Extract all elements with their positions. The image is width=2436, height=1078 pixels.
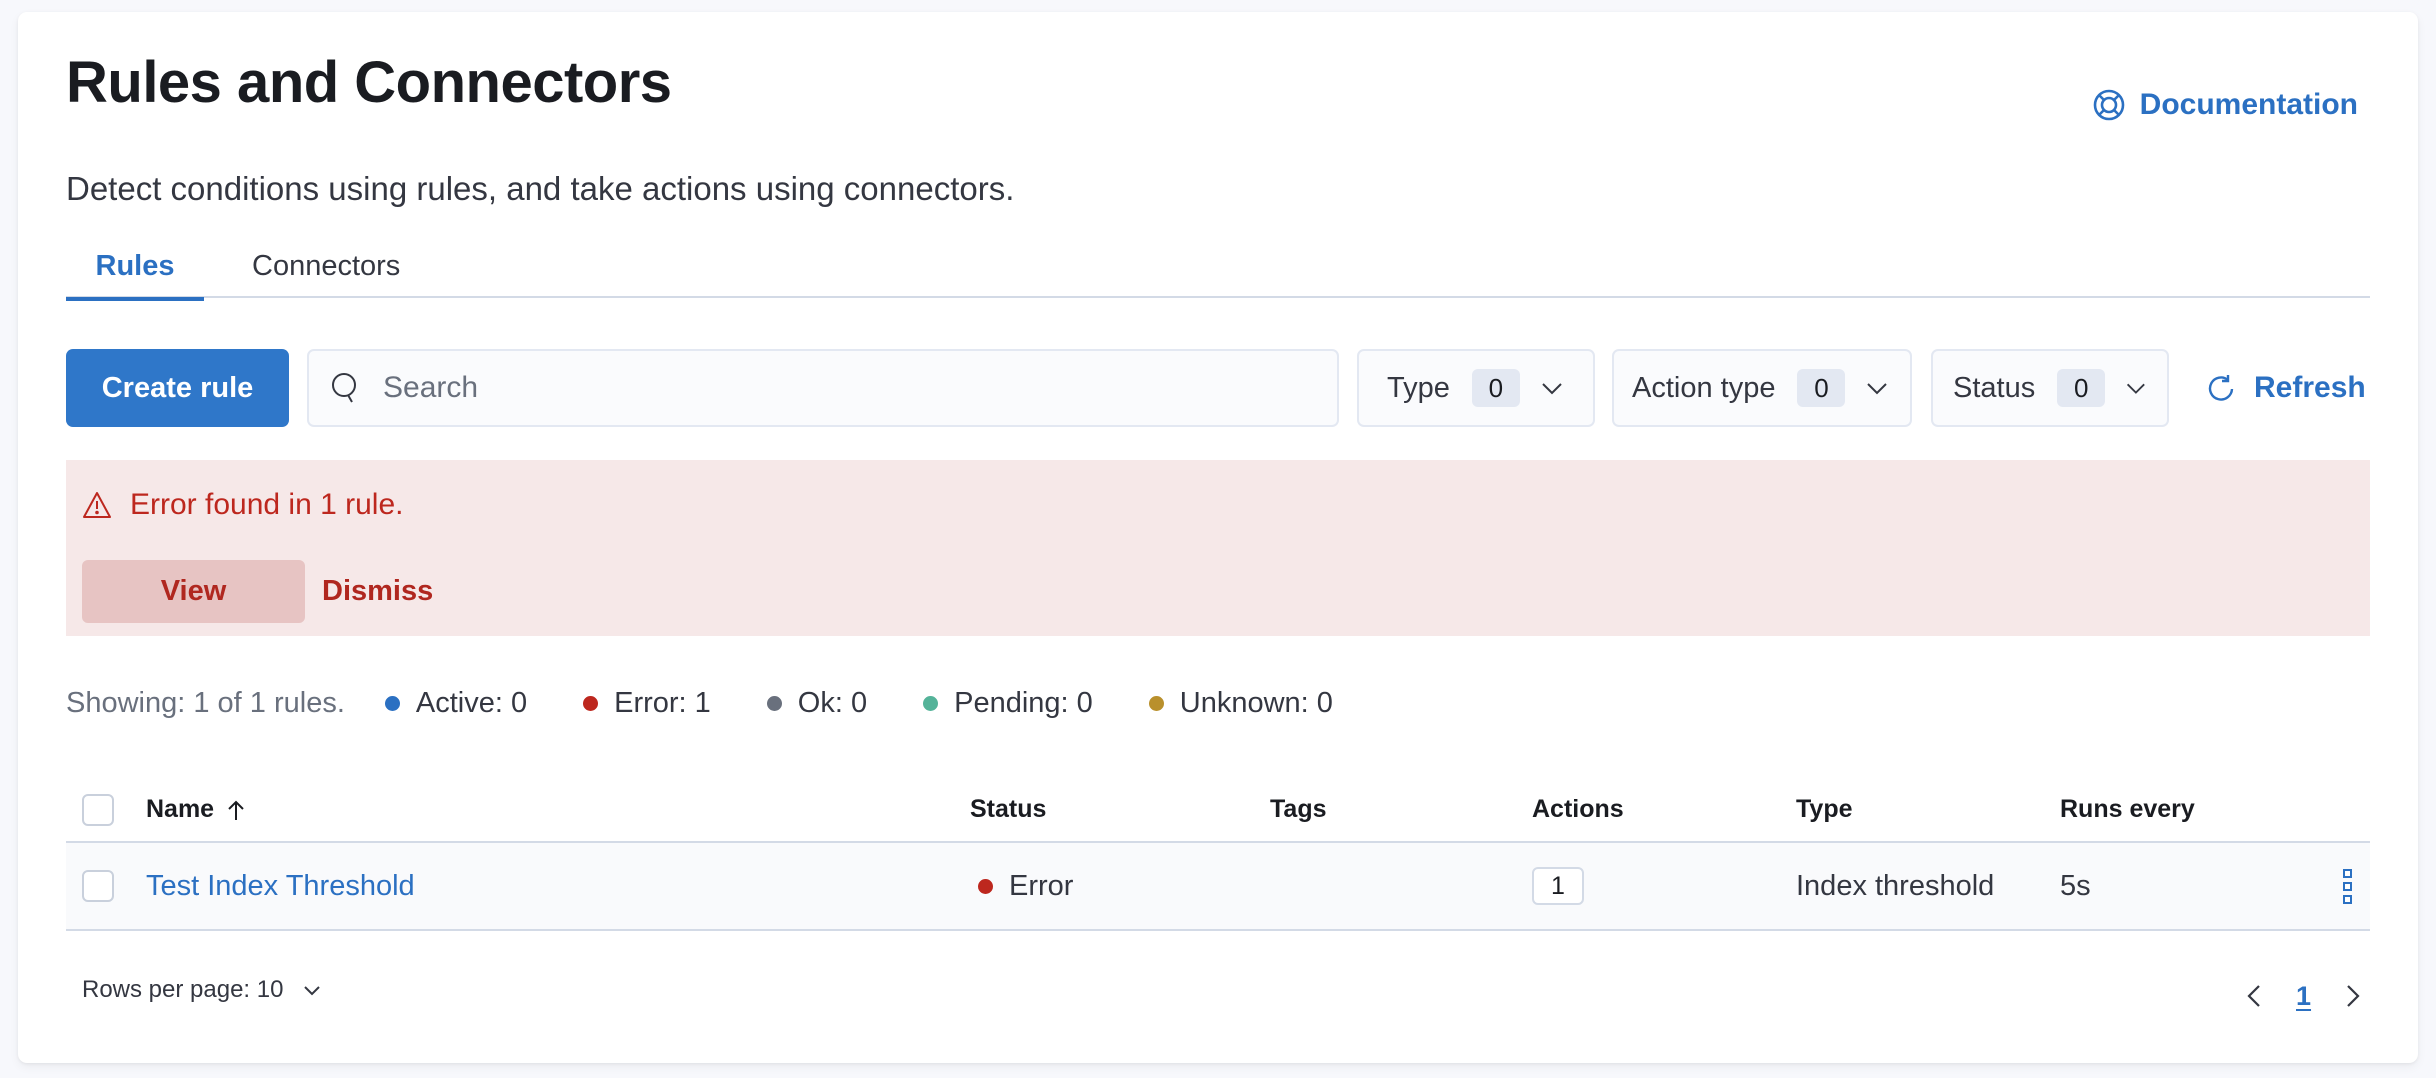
filter-type-label: Type	[1387, 371, 1450, 404]
documentation-link[interactable]: Documentation	[2092, 88, 2358, 122]
tab-rules[interactable]: Rules	[66, 234, 204, 301]
rule-name-link[interactable]: Test Index Threshold	[146, 843, 415, 929]
status-dot-error	[978, 878, 993, 894]
stat-ok-label: Ok: 0	[797, 686, 868, 719]
showing-count: Showing: 1 of 1 rules.	[66, 686, 345, 719]
kebab-menu-icon[interactable]	[2343, 868, 2352, 904]
stat-pending: Pending: 0	[923, 687, 1093, 720]
view-errors-button[interactable]: View	[82, 560, 305, 623]
warning-icon	[83, 492, 111, 518]
stat-active: Active: 0	[384, 686, 528, 720]
search-icon	[332, 373, 356, 403]
stat-unknown-label: Unknown: 0	[1179, 686, 1333, 719]
tab-connectors[interactable]: Connectors	[252, 234, 400, 298]
pagination: 1	[2240, 970, 2367, 1022]
filter-status[interactable]: Status 0	[1931, 349, 2169, 427]
rules-panel: Rules and Connectors Documentation Detec…	[18, 12, 2418, 1063]
filter-action-type[interactable]: Action type 0	[1612, 349, 1912, 427]
toolbar: Create rule Type 0 Action type 0 Status …	[66, 349, 2370, 427]
chevron-down-icon	[2127, 383, 2146, 394]
refresh-icon	[2208, 375, 2234, 401]
status-dot-active	[384, 695, 400, 711]
rule-actions: 1	[1532, 843, 1584, 929]
filter-action-type-count: 0	[1797, 369, 1846, 407]
rule-status-label: Error	[1009, 869, 1074, 902]
stat-error: Error: 1	[583, 687, 711, 720]
row-checkbox[interactable]	[82, 870, 114, 902]
rules-table: Name Status Tags Actions Type Runs every…	[66, 777, 2370, 931]
rule-status: Error	[978, 843, 1073, 929]
actions-count-badge: 1	[1532, 867, 1584, 905]
table-row: Test Index Threshold Error 1 Index thres…	[66, 843, 2370, 931]
status-dot-ok	[766, 695, 782, 711]
sort-ascending-icon	[228, 800, 244, 820]
dismiss-button[interactable]: Dismiss	[322, 560, 433, 623]
tab-bar: Rules Connectors	[66, 234, 2370, 301]
filter-status-count: 0	[2057, 369, 2106, 407]
filter-type[interactable]: Type 0	[1357, 349, 1595, 427]
error-callout: Error found in 1 rule. View Dismiss	[66, 460, 2370, 636]
column-header-runs-every: Runs every	[2060, 795, 2195, 823]
status-dot-unknown	[1148, 695, 1164, 711]
rows-per-page-label: Rows per page: 10	[82, 976, 284, 1003]
status-dot-pending	[923, 695, 939, 711]
page-button-1[interactable]: 1	[2296, 981, 2311, 1012]
row-actions-menu[interactable]	[2343, 843, 2352, 929]
stat-error-label: Error: 1	[614, 686, 711, 719]
chevron-right-icon[interactable]	[2337, 981, 2367, 1011]
chevron-left-icon[interactable]	[2240, 981, 2270, 1011]
filter-status-label: Status	[1953, 371, 2036, 404]
chevron-down-icon	[304, 986, 321, 996]
column-header-actions: Actions	[1532, 795, 1624, 823]
rows-per-page-selector[interactable]: Rows per page: 10	[82, 976, 323, 1004]
page-title: Rules and Connectors	[66, 50, 672, 115]
column-header-tags: Tags	[1270, 795, 1327, 823]
refresh-label: Refresh	[2254, 371, 2366, 404]
stat-ok: Ok: 0	[766, 686, 868, 720]
stat-pending-label: Pending: 0	[954, 686, 1093, 719]
rule-runs-every: 5s	[2060, 869, 2091, 902]
column-header-name[interactable]: Name	[146, 795, 248, 824]
status-dot-error	[583, 695, 599, 711]
page-subtitle: Detect conditions using rules, and take …	[66, 170, 1015, 207]
lifebuoy-icon	[2093, 89, 2124, 121]
column-header-type: Type	[1796, 795, 1853, 823]
chevron-down-icon	[1867, 383, 1888, 395]
column-header-status: Status	[970, 795, 1047, 823]
stat-active-label: Active: 0	[415, 686, 528, 719]
search-input[interactable]	[383, 371, 1337, 405]
rule-type: Index threshold	[1796, 869, 1995, 902]
error-callout-title: Error found in 1 rule.	[82, 488, 403, 522]
filter-action-type-label: Action type	[1632, 371, 1776, 404]
documentation-label: Documentation	[2139, 88, 2358, 121]
column-name-label: Name	[146, 795, 215, 823]
error-callout-text: Error found in 1 rule.	[130, 488, 404, 521]
stat-unknown: Unknown: 0	[1148, 686, 1333, 720]
table-header: Name Status Tags Actions Type Runs every	[66, 777, 2370, 843]
filter-type-count: 0	[1471, 369, 1520, 407]
refresh-button[interactable]: Refresh	[2206, 349, 2366, 427]
rule-stats: Showing: 1 of 1 rules. Active: 0 Error: …	[66, 682, 1389, 724]
search-field[interactable]	[307, 349, 1339, 427]
chevron-down-icon	[1542, 383, 1562, 395]
select-all-checkbox[interactable]	[82, 794, 114, 826]
create-rule-button[interactable]: Create rule	[66, 349, 289, 427]
